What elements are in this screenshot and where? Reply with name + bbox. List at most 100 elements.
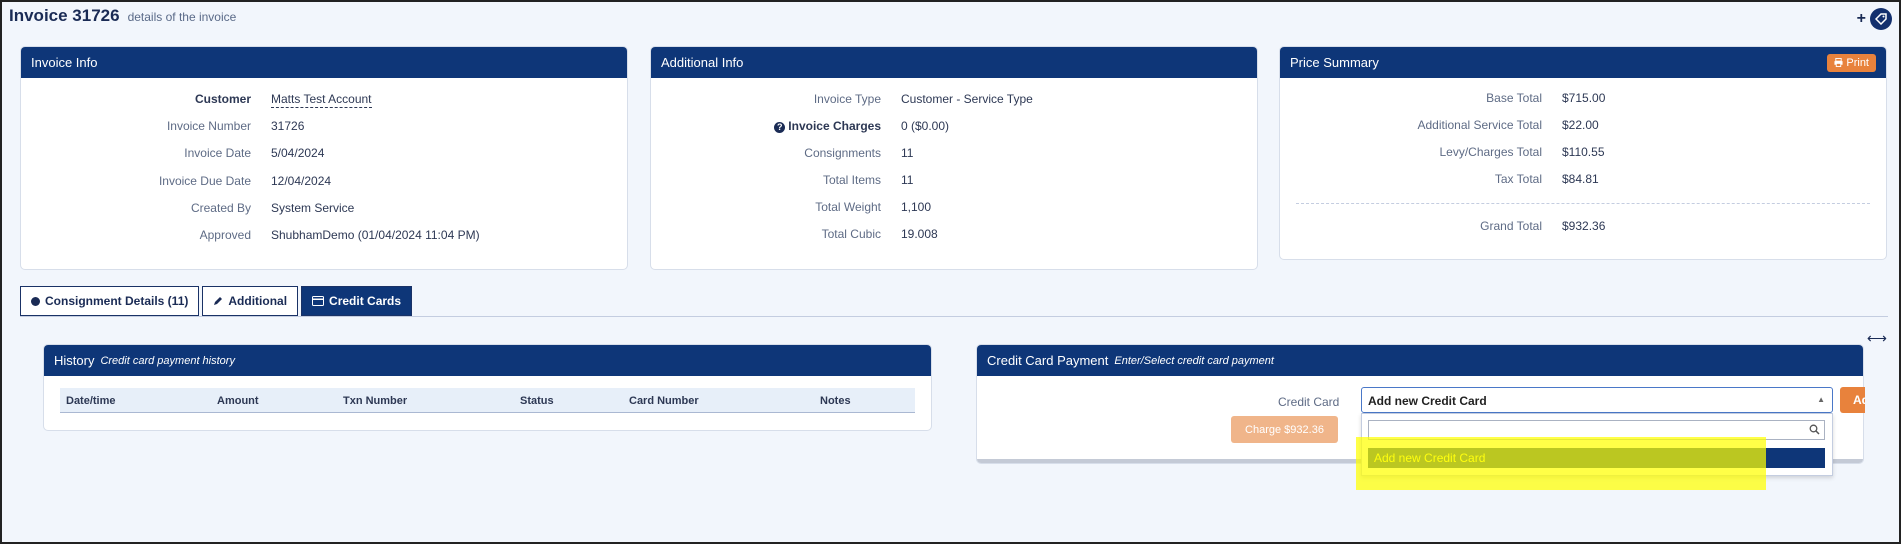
info-label: Invoice Due Date: [158, 174, 251, 188]
tab-label: Credit Cards: [329, 294, 402, 308]
info-label: Invoice Number: [166, 119, 251, 133]
add-label: Total Weight: [815, 200, 881, 214]
tag-icon[interactable]: [1870, 8, 1892, 30]
print-label: Print: [1846, 56, 1869, 69]
add-row-consignments: Consignments 11: [651, 146, 1257, 162]
price-label: Base Total: [1486, 91, 1542, 105]
add-label-wrapper: ? Invoice Charges: [651, 119, 901, 135]
price-value: $84.81: [1562, 172, 1599, 186]
info-label: Invoice Date: [184, 146, 251, 160]
invoice-info-card: Invoice Info Customer Matts Test Account…: [20, 46, 628, 270]
page-title: Invoice 31726: [9, 6, 120, 25]
info-value: System Service: [271, 201, 355, 215]
price-row-base: Base Total $715.00: [1280, 91, 1886, 107]
info-label: Customer: [194, 92, 251, 106]
history-header: History Credit card payment history: [44, 345, 931, 376]
add-label: Total Cubic: [821, 227, 881, 241]
payment-title: Credit Card Payment: [987, 353, 1109, 368]
info-value: ShubhamDemo (01/04/2024 11:04 PM): [271, 228, 480, 242]
add-row-total-weight: Total Weight 1,100: [651, 200, 1257, 216]
add-value: Customer - Service Type: [901, 92, 1033, 106]
price-summary-header: Price Summary Print: [1280, 47, 1886, 78]
info-row-invoice-number: Invoice Number 31726: [21, 119, 627, 135]
selected-value: Add new Credit Card: [1368, 394, 1487, 408]
grand-total-value: $932.36: [1562, 219, 1606, 233]
price-value: $715.00: [1562, 91, 1606, 105]
add-value: 1,100: [901, 200, 932, 214]
add-value: 11: [901, 173, 914, 187]
pencil-icon: [214, 297, 223, 305]
tab-consignment-details[interactable]: Consignment Details (11): [20, 286, 200, 316]
expand-arrows-icon[interactable]: ⟷: [1867, 330, 1887, 347]
invoice-info-title: Invoice Info: [31, 55, 98, 70]
history-subtitle: Credit card payment history: [100, 354, 235, 367]
add-value: 11: [901, 146, 914, 160]
add-card-button[interactable]: Ad: [1840, 387, 1865, 413]
top-actions: +: [1857, 8, 1892, 30]
additional-info-header: Additional Info: [651, 47, 1257, 78]
price-value: $22.00: [1562, 118, 1599, 132]
col-datetime: Date/time: [66, 395, 116, 407]
info-row-approved: Approved ShubhamDemo (01/04/2024 11:04 P…: [21, 228, 627, 244]
dropdown-option-add-new[interactable]: Add new Credit Card: [1368, 448, 1825, 468]
tabs-bar: Consignment Details (11) Additional Cred…: [20, 286, 413, 316]
price-row-levy: Levy/Charges Total $110.55: [1280, 145, 1886, 161]
add-label: Invoice Charges: [788, 119, 881, 133]
col-notes: Notes: [820, 395, 851, 407]
print-button[interactable]: Print: [1827, 53, 1876, 72]
tab-credit-cards[interactable]: Credit Cards: [301, 286, 413, 316]
add-row-total-items: Total Items 11: [651, 173, 1257, 189]
price-divider: [1296, 203, 1870, 204]
page-subtitle: details of the invoice: [127, 10, 237, 24]
col-status: Status: [520, 395, 554, 407]
add-label: Invoice Type: [813, 92, 881, 106]
col-txn-number: Txn Number: [343, 395, 408, 407]
info-row-invoice-date: Invoice Date 5/04/2024: [21, 146, 627, 162]
add-value: 19.008: [901, 227, 938, 241]
tab-label: Additional: [228, 294, 288, 308]
plus-icon[interactable]: +: [1857, 11, 1866, 27]
info-value: 12/04/2024: [271, 174, 332, 188]
col-card-number: Card Number: [629, 395, 699, 407]
payment-subtitle: Enter/Select credit card payment: [1114, 354, 1274, 367]
history-card: History Credit card payment history Date…: [43, 344, 932, 431]
price-label: Tax Total: [1494, 172, 1542, 186]
price-label: Additional Service Total: [1417, 118, 1542, 132]
credit-card-label: Credit Card: [1278, 395, 1340, 409]
add-label: Consignments: [804, 146, 881, 160]
price-value: $110.55: [1562, 145, 1605, 159]
history-table-header: Date/time Amount Txn Number Status Card …: [60, 388, 915, 413]
page-header: Invoice 31726 details of the invoice: [9, 6, 236, 26]
charge-button[interactable]: Charge $932.36: [1231, 416, 1338, 443]
add-value: 0 ($0.00): [901, 119, 950, 133]
price-row-additional: Additional Service Total $22.00: [1280, 118, 1886, 134]
history-title: History: [54, 353, 95, 368]
tabs-divider: [20, 316, 1888, 317]
customer-link[interactable]: Matts Test Account: [271, 92, 372, 108]
add-row-total-cubic: Total Cubic 19.008: [651, 227, 1257, 243]
price-label: Grand Total: [1480, 219, 1542, 233]
info-value: 31726: [271, 119, 305, 133]
circle-icon: [31, 296, 40, 306]
price-row-tax: Tax Total $84.81: [1280, 172, 1886, 188]
add-label: Total Items: [822, 173, 881, 187]
printer-icon: [1834, 58, 1843, 67]
price-label: Levy/Charges Total: [1439, 145, 1542, 159]
payment-header: Credit Card Payment Enter/Select credit …: [977, 345, 1863, 376]
info-row-due-date: Invoice Due Date 12/04/2024: [21, 174, 627, 190]
question-icon[interactable]: ?: [774, 121, 786, 133]
search-icon: [1809, 424, 1820, 435]
tab-label: Consignment Details (11): [45, 294, 189, 308]
col-amount: Amount: [217, 395, 259, 407]
price-summary-title: Price Summary: [1290, 55, 1379, 70]
add-row-invoice-type: Invoice Type Customer - Service Type: [651, 92, 1257, 108]
info-label: Approved: [199, 228, 251, 242]
additional-info-card: Additional Info Invoice Type Customer - …: [650, 46, 1258, 270]
tab-additional[interactable]: Additional: [202, 286, 299, 316]
invoice-info-header: Invoice Info: [21, 47, 627, 78]
info-value: 5/04/2024: [271, 146, 325, 160]
dropdown-search-input[interactable]: [1368, 420, 1825, 440]
add-row-invoice-charges: ? Invoice Charges 0 ($0.00): [651, 119, 1257, 135]
price-row-grand-total: Grand Total $932.36: [1280, 219, 1886, 235]
credit-card-select[interactable]: Add new Credit Card ▲: [1361, 387, 1833, 413]
